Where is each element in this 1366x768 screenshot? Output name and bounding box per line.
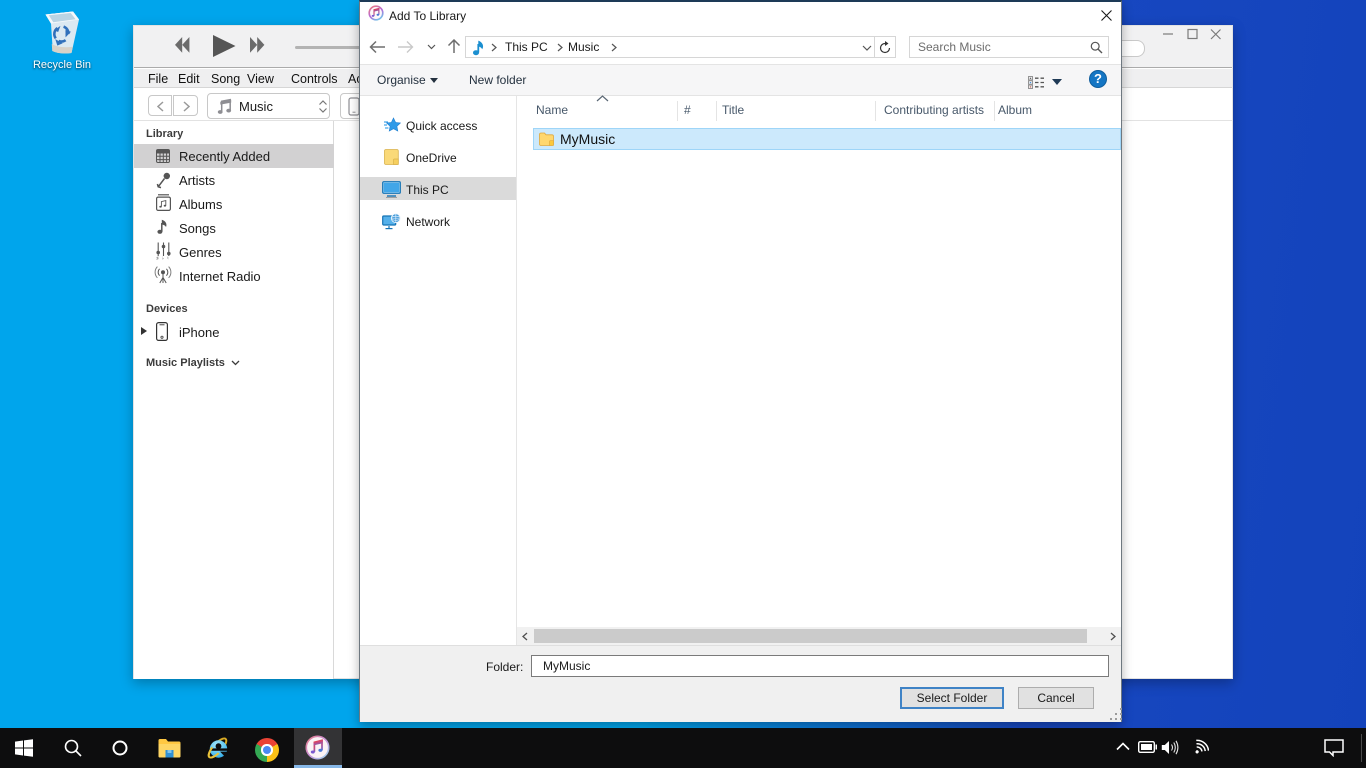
svg-text:♭: ♭ [162, 256, 164, 260]
svg-text:♯: ♯ [156, 256, 159, 260]
svg-text:♮: ♮ [167, 256, 169, 260]
